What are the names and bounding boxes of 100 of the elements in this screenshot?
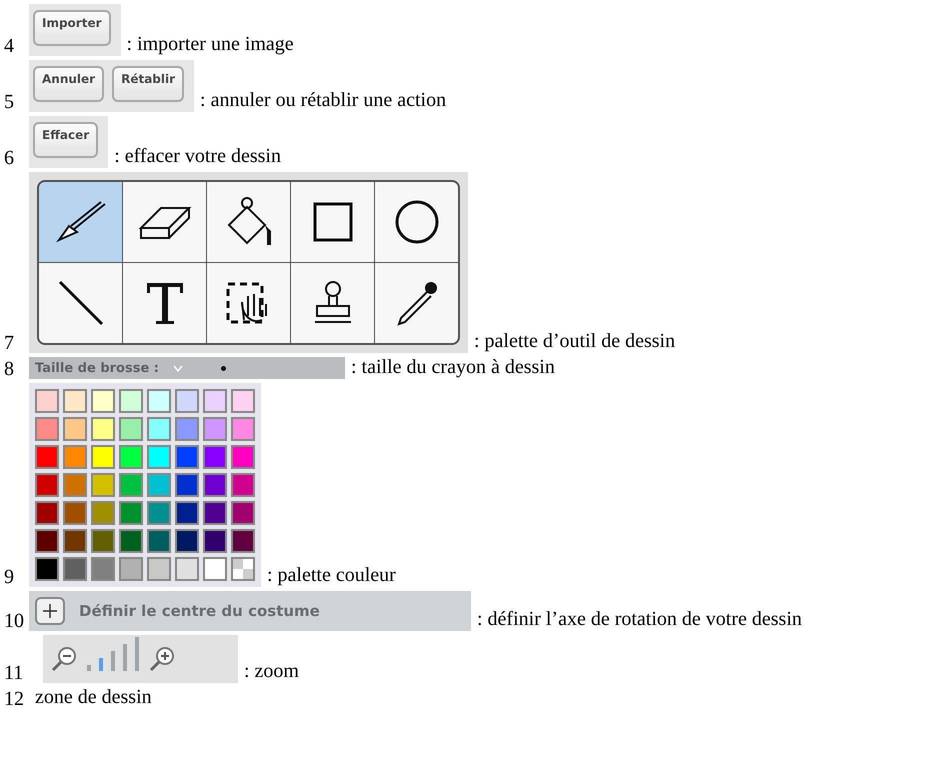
brush-dot-icon xyxy=(221,366,226,370)
color-swatch[interactable] xyxy=(175,389,199,413)
color-swatch[interactable] xyxy=(175,445,199,469)
tool-button[interactable] xyxy=(375,263,458,343)
color-swatch[interactable] xyxy=(203,445,227,469)
color-swatch[interactable] xyxy=(35,417,59,441)
color-swatch[interactable] xyxy=(119,417,143,441)
circle-icon xyxy=(394,200,438,244)
chevron-down-icon[interactable] xyxy=(173,364,183,372)
tool-button[interactable] xyxy=(375,182,458,262)
item-caption: : palette couleur xyxy=(267,565,396,587)
color-swatch[interactable] xyxy=(231,529,255,553)
color-swatch[interactable] xyxy=(147,445,171,469)
color-swatch[interactable] xyxy=(63,529,87,553)
toolbar-button[interactable]: Annuler xyxy=(33,66,104,102)
color-swatch[interactable] xyxy=(175,557,199,581)
color-swatch[interactable] xyxy=(91,529,115,553)
toolbar-button[interactable]: Rétablir xyxy=(112,66,184,102)
brush-size-label: Taille de brosse : xyxy=(35,360,159,376)
color-swatch[interactable] xyxy=(231,473,255,497)
tool-button[interactable] xyxy=(39,263,122,343)
color-swatch[interactable] xyxy=(63,557,87,581)
color-swatch[interactable] xyxy=(91,445,115,469)
color-swatch[interactable] xyxy=(175,501,199,525)
plus-button[interactable] xyxy=(35,597,65,625)
item-number: 12 xyxy=(4,689,25,709)
color-swatch[interactable] xyxy=(35,445,59,469)
toolbar-button[interactable]: Effacer xyxy=(33,122,98,158)
color-swatch[interactable] xyxy=(203,529,227,553)
tool-button[interactable] xyxy=(207,263,290,343)
color-swatch[interactable] xyxy=(203,389,227,413)
color-swatch[interactable] xyxy=(91,389,115,413)
color-swatch[interactable] xyxy=(63,501,87,525)
color-swatch[interactable] xyxy=(119,473,143,497)
rectangle-icon xyxy=(312,202,352,242)
stamp-icon xyxy=(312,280,352,326)
center-label: Définir le centre du costume xyxy=(79,602,320,620)
color-swatch[interactable] xyxy=(119,501,143,525)
item-number: 5 xyxy=(4,92,15,112)
color-swatch[interactable] xyxy=(231,389,255,413)
color-swatch[interactable] xyxy=(203,417,227,441)
item-number: 11 xyxy=(4,663,24,683)
color-swatch[interactable] xyxy=(231,501,255,525)
color-swatch[interactable] xyxy=(147,389,171,413)
text-tool-icon xyxy=(144,281,184,325)
color-swatch[interactable] xyxy=(35,557,59,581)
transparent-swatch[interactable] xyxy=(231,557,255,581)
item-caption: zone de dessin xyxy=(35,687,152,709)
color-swatch[interactable] xyxy=(35,473,59,497)
tool-button[interactable] xyxy=(291,263,374,343)
color-swatch[interactable] xyxy=(91,473,115,497)
item-number: 4 xyxy=(4,36,15,56)
toolbar-button[interactable]: Importer xyxy=(33,10,111,46)
color-swatch[interactable] xyxy=(175,417,199,441)
color-swatch[interactable] xyxy=(119,529,143,553)
color-swatch[interactable] xyxy=(175,473,199,497)
color-swatch[interactable] xyxy=(147,473,171,497)
item-number: 7 xyxy=(4,333,15,353)
color-swatch[interactable] xyxy=(147,501,171,525)
zoom-in-icon[interactable] xyxy=(149,646,175,672)
item-number: 8 xyxy=(4,359,15,379)
item-caption: : palette d’outil de dessin xyxy=(474,331,676,353)
color-swatch[interactable] xyxy=(231,445,255,469)
zoom-out-icon[interactable] xyxy=(51,646,77,672)
tool-button[interactable] xyxy=(39,182,122,262)
color-swatch[interactable] xyxy=(35,389,59,413)
item-number: 6 xyxy=(4,148,15,168)
item-caption: : annuler ou rétablir une action xyxy=(200,90,446,112)
color-swatch[interactable] xyxy=(203,473,227,497)
color-swatch[interactable] xyxy=(91,417,115,441)
color-swatch[interactable] xyxy=(63,445,87,469)
line-icon xyxy=(58,280,104,326)
item-caption: : taille du crayon à dessin xyxy=(351,357,555,379)
color-swatch[interactable] xyxy=(147,557,171,581)
color-swatch[interactable] xyxy=(63,417,87,441)
color-swatch[interactable] xyxy=(35,501,59,525)
item-number: 10 xyxy=(4,611,25,631)
color-swatch[interactable] xyxy=(147,529,171,553)
tool-button[interactable] xyxy=(123,263,206,343)
color-swatch[interactable] xyxy=(91,557,115,581)
color-swatch[interactable] xyxy=(119,389,143,413)
color-swatch[interactable] xyxy=(147,417,171,441)
color-swatch[interactable] xyxy=(203,501,227,525)
color-swatch[interactable] xyxy=(91,501,115,525)
tool-button[interactable] xyxy=(207,182,290,262)
color-swatch[interactable] xyxy=(63,389,87,413)
color-swatch[interactable] xyxy=(119,557,143,581)
plus-icon xyxy=(43,604,57,618)
color-swatch[interactable] xyxy=(231,417,255,441)
item-caption: : définir l’axe de rotation de votre dessin xyxy=(477,609,802,631)
item-number: 9 xyxy=(4,567,15,587)
color-swatch[interactable] xyxy=(203,557,227,581)
item-caption: : importer une image xyxy=(126,34,294,56)
tool-button[interactable] xyxy=(123,182,206,262)
color-swatch[interactable] xyxy=(35,529,59,553)
eyedropper-icon xyxy=(394,280,438,326)
color-swatch[interactable] xyxy=(175,529,199,553)
tool-button[interactable] xyxy=(291,182,374,262)
color-swatch[interactable] xyxy=(63,473,87,497)
color-swatch[interactable] xyxy=(119,445,143,469)
